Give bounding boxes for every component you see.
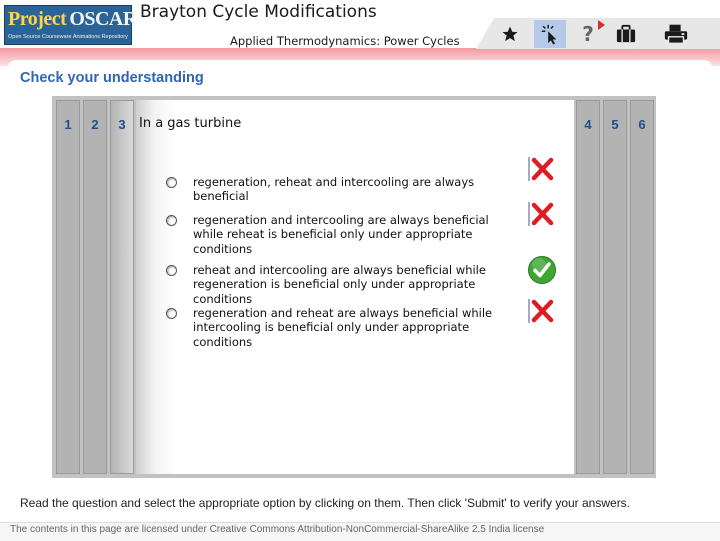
briefcase-icon — [616, 24, 636, 43]
option-4-radio[interactable] — [166, 308, 177, 319]
question-tab-4[interactable]: 4 — [576, 100, 600, 474]
instruction-text: Read the question and select the appropr… — [20, 496, 631, 510]
print-button[interactable] — [660, 20, 692, 48]
wrong-mark-option-1 — [527, 155, 557, 183]
help-flag-marker — [598, 20, 605, 30]
option-4-text: regeneration and reheat are always benef… — [193, 306, 493, 349]
question-tab-1[interactable]: 1 — [56, 100, 80, 474]
cross-icon — [528, 157, 554, 181]
option-2-text: regeneration and intercooling are always… — [193, 213, 489, 256]
pointer-mode-button[interactable] — [534, 20, 566, 48]
correct-mark-option-3 — [527, 255, 557, 284]
option-1-text: regeneration, reheat and intercooling ar… — [193, 175, 475, 204]
option-3-text: reheat and intercooling are always benef… — [193, 263, 486, 306]
page-subtitle: Applied Thermodynamics: Power Cycles — [230, 34, 460, 48]
option-2-radio[interactable] — [166, 215, 177, 226]
option-3-radio[interactable] — [166, 265, 177, 276]
print-icon — [664, 24, 688, 44]
question-tab-3[interactable]: 3 — [110, 100, 134, 474]
logo-tagline: Open Source Courseware Animations Reposi… — [8, 34, 128, 40]
cross-icon — [528, 299, 554, 323]
license-text: The contents in this page are licensed u… — [10, 524, 545, 535]
resources-button[interactable] — [610, 20, 642, 48]
wrong-mark-option-4 — [527, 297, 557, 325]
question-tab-5[interactable]: 5 — [603, 100, 627, 474]
question-text: In a gas turbine — [139, 116, 242, 131]
help-icon: ? — [582, 22, 594, 46]
project-oscar-logo: Project OSCAR Open Source Courseware Anim… — [4, 5, 137, 45]
logo-wordmark: Project OSCAR — [8, 8, 137, 31]
logo-word-oscar: OSCAR — [69, 8, 137, 30]
star-icon — [502, 26, 518, 42]
checkmark-icon — [528, 256, 556, 284]
star-button[interactable] — [494, 20, 526, 48]
page-title: Brayton Cycle Modifications — [140, 2, 377, 22]
logo-word-project: Project — [8, 8, 67, 30]
section-heading: Check your understanding — [20, 70, 204, 86]
cursor-icon — [541, 24, 557, 45]
cross-icon — [528, 202, 554, 226]
option-1-radio[interactable] — [166, 177, 177, 188]
wrong-mark-option-2 — [527, 200, 557, 228]
question-tab-6[interactable]: 6 — [630, 100, 654, 474]
question-tab-2[interactable]: 2 — [83, 100, 107, 474]
